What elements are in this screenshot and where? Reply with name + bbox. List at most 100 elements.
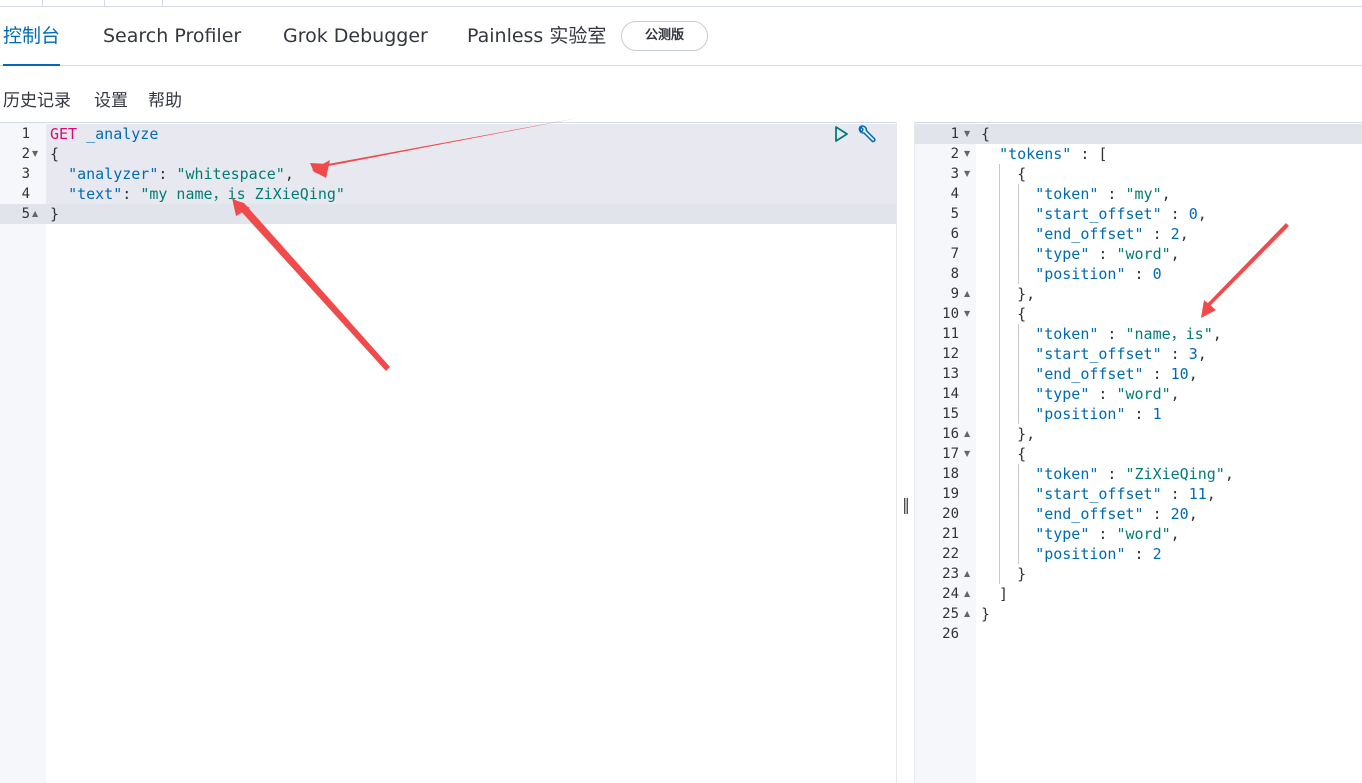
token-field-value: "name，is" xyxy=(1125,325,1213,343)
line-number: 22 xyxy=(942,546,959,562)
line-number: 17 xyxy=(942,446,959,462)
line-number: 26 xyxy=(942,626,959,642)
request-editor[interactable]: 1 2 ▼ 3 4 5 ▲ GET _analyze { "analyzer":… xyxy=(0,122,896,783)
response-line: "start_offset" : 0, xyxy=(1035,205,1207,223)
token-field-value: 2 xyxy=(1152,545,1162,563)
response-line: { xyxy=(981,305,1027,323)
tab-bar: 控制台 Search Profiler Grok Debugger Painle… xyxy=(0,7,1362,66)
line-number: 13 xyxy=(942,366,959,382)
token-field-value: 3 xyxy=(1188,345,1198,363)
fold-arrow-icon[interactable]: ▼ xyxy=(964,144,970,164)
line-number: 18 xyxy=(942,466,959,482)
play-icon[interactable] xyxy=(832,125,850,143)
fold-arrow-icon[interactable]: ▼ xyxy=(964,444,970,464)
line-number: 14 xyxy=(942,386,959,402)
analyzer-key: "analyzer" xyxy=(68,165,159,183)
line-number: 4 xyxy=(21,186,30,202)
response-line: "type" : "word", xyxy=(1035,525,1180,543)
token-field-key: "token" xyxy=(1035,185,1099,203)
tokens-key: "tokens" xyxy=(999,145,1072,163)
response-line: "start_offset" : 11, xyxy=(1035,485,1216,503)
line-number: 21 xyxy=(942,526,959,542)
token-field-key: "start_offset" xyxy=(1035,345,1162,363)
help-link[interactable]: 帮助 xyxy=(148,86,182,111)
response-line: "position" : 1 xyxy=(1035,405,1162,423)
tab-search-profiler[interactable]: Search Profiler xyxy=(103,7,241,65)
beta-badge: 公测版 xyxy=(621,21,708,51)
line-number: 1 xyxy=(950,126,959,142)
token-field-key: "position" xyxy=(1035,405,1126,423)
token-field-value: "ZiXieQing" xyxy=(1125,465,1225,483)
settings-link[interactable]: 设置 xyxy=(94,86,128,111)
fold-arrow-icon[interactable]: ▼ xyxy=(964,164,970,184)
token-field-key: "end_offset" xyxy=(1035,505,1144,523)
token-field-value: "word" xyxy=(1116,525,1171,543)
tab-grok-debugger[interactable]: Grok Debugger xyxy=(283,7,428,65)
fold-arrow-icon[interactable]: ▲ xyxy=(964,584,970,604)
token-field-key: "position" xyxy=(1035,545,1126,563)
panel-resizer[interactable]: ‖ xyxy=(896,122,915,783)
request-path: _analyze xyxy=(86,125,159,143)
line-number: 12 xyxy=(942,346,959,362)
request-line-5: } xyxy=(50,204,59,224)
token-field-value: 0 xyxy=(1188,205,1198,223)
line-number: 24 xyxy=(942,586,959,602)
line-number: 3 xyxy=(21,166,30,182)
fold-arrow-icon[interactable]: ▼ xyxy=(964,304,970,324)
line-number: 19 xyxy=(942,486,959,502)
request-cursor-line xyxy=(0,204,896,224)
request-line-1: GET _analyze xyxy=(50,124,158,144)
response-line: { xyxy=(981,125,991,143)
top-strip-divider xyxy=(162,0,163,7)
token-field-key: "type" xyxy=(1035,245,1090,263)
token-field-key: "type" xyxy=(1035,525,1090,543)
response-line: "end_offset" : 2, xyxy=(1035,225,1189,243)
token-field-value: 10 xyxy=(1170,365,1189,383)
response-line: "type" : "word", xyxy=(1035,385,1180,403)
history-link[interactable]: 历史记录 xyxy=(3,86,71,111)
response-line: "token" : "ZiXieQing", xyxy=(1035,465,1234,483)
top-strip-divider xyxy=(104,0,105,7)
line-number: 10 xyxy=(942,306,959,322)
token-field-key: "token" xyxy=(1035,325,1099,343)
token-field-value: 1 xyxy=(1152,405,1162,423)
request-line-2: { xyxy=(50,144,59,164)
fold-arrow-icon[interactable]: ▲ xyxy=(964,424,970,444)
response-line: "end_offset" : 10, xyxy=(1035,365,1198,383)
line-number: 2 xyxy=(21,146,30,162)
line-number: 16 xyxy=(942,426,959,442)
request-line-3: "analyzer": "whitespace", xyxy=(68,165,294,183)
tab-console[interactable]: 控制台 xyxy=(3,7,61,66)
line-number: 8 xyxy=(950,266,959,282)
token-field-key: "start_offset" xyxy=(1035,205,1162,223)
open-brace: { xyxy=(50,145,60,163)
fold-arrow-icon[interactable]: ▲ xyxy=(964,604,970,624)
response-line: "token" : "name，is", xyxy=(1035,325,1222,343)
fold-arrow-icon[interactable]: ▲ xyxy=(32,204,38,224)
fold-arrow-icon[interactable]: ▼ xyxy=(964,124,970,144)
line-number: 20 xyxy=(942,506,959,522)
fold-arrow-icon[interactable]: ▲ xyxy=(964,564,970,584)
resize-grip-icon[interactable]: ‖ xyxy=(902,495,910,514)
line-number: 5 xyxy=(950,206,959,222)
console-menu: 历史记录 设置 帮助 xyxy=(0,66,1362,122)
response-line: "position" : 2 xyxy=(1035,545,1162,563)
token-field-key: "position" xyxy=(1035,265,1126,283)
response-line: ] xyxy=(981,585,1009,603)
line-number: 25 xyxy=(942,606,959,622)
token-field-key: "type" xyxy=(1035,385,1090,403)
token-field-value: 2 xyxy=(1170,225,1180,243)
fold-arrow-icon[interactable]: ▼ xyxy=(32,144,38,164)
line-number: 6 xyxy=(950,226,959,242)
top-strip-divider xyxy=(42,0,43,7)
response-line: }, xyxy=(981,425,1036,443)
response-line: { xyxy=(981,445,1027,463)
response-line: "end_offset" : 20, xyxy=(1035,505,1198,523)
fold-arrow-icon[interactable]: ▲ xyxy=(964,284,970,304)
response-line: "token" : "my", xyxy=(1035,185,1171,203)
analyzer-value: "whitespace" xyxy=(176,165,285,183)
wrench-icon[interactable] xyxy=(855,124,877,146)
tab-painless-lab[interactable]: Painless 实验室 xyxy=(467,7,606,65)
token-field-key: "end_offset" xyxy=(1035,365,1144,383)
close-brace: } xyxy=(50,205,60,223)
